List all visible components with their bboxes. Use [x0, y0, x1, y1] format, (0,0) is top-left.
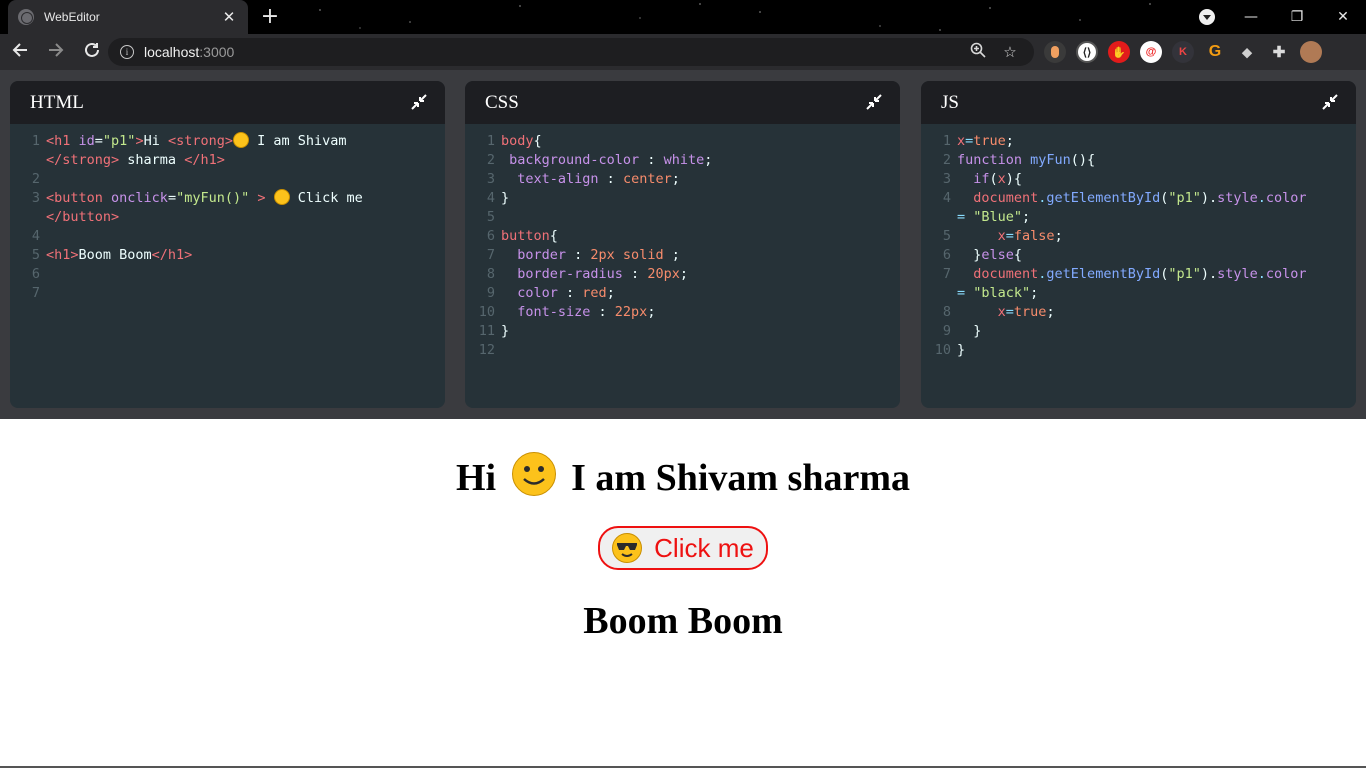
js-code[interactable]: 1 x=true; 2 function myFun(){ 3 if(x){ 4 d…: [921, 124, 1356, 360]
output-preview: Hi I am Shivam sharma Click me Boom Boom: [0, 419, 1366, 768]
css-editor-pane[interactable]: CSS 1 body{ 2 background-color : white; 3…: [465, 81, 900, 408]
zoom-icon[interactable]: [962, 42, 994, 62]
extension-icon-1[interactable]: [1044, 41, 1066, 63]
new-tab-button[interactable]: +: [258, 4, 282, 30]
tab-search-icon[interactable]: [1199, 9, 1215, 25]
bookmark-star-icon[interactable]: ☆: [994, 43, 1026, 61]
avatar[interactable]: [1300, 41, 1322, 63]
heading-boom: Boom Boom: [583, 600, 783, 642]
address-bar[interactable]: i localhost:3000 ☆: [108, 38, 1034, 66]
extension-icon-7[interactable]: ⬥: [1236, 41, 1258, 63]
browser-tab[interactable]: WebEditor ✕: [8, 0, 248, 34]
sunglasses-emoji-icon: [273, 189, 290, 205]
click-me-button[interactable]: Click me: [598, 526, 768, 570]
css-pane-header: CSS: [465, 81, 900, 124]
js-pane-header: JS: [921, 81, 1356, 124]
collapse-icon[interactable]: [866, 93, 884, 112]
minimize-icon[interactable]: —: [1228, 9, 1274, 25]
window-controls: — ❐ ✕: [1228, 0, 1366, 34]
editor-area: HTML 1 <h1 id="p1">Hi <strong> I am Shiva…: [0, 70, 1366, 419]
tab-strip: WebEditor ✕ + — ❐ ✕: [0, 0, 1366, 34]
reload-icon[interactable]: [76, 41, 108, 64]
url-text: localhost:3000: [144, 44, 235, 60]
extensions-puzzle-icon[interactable]: ✚: [1268, 41, 1290, 63]
globe-icon: [18, 9, 34, 25]
heading-p1: Hi I am Shivam sharma: [0, 452, 1366, 500]
js-editor-pane[interactable]: JS 1 x=true; 2 function myFun(){ 3 if(x){ …: [921, 81, 1356, 408]
html-pane-header: HTML: [10, 81, 445, 124]
restore-icon[interactable]: ❐: [1274, 9, 1320, 25]
tab-title: WebEditor: [44, 10, 100, 24]
smiley-emoji-icon: [233, 132, 249, 148]
browser-toolbar: i localhost:3000 ☆ ⟨⟩ ✋ @ K G ⬥ ✚: [0, 34, 1366, 70]
html-editor-pane[interactable]: HTML 1 <h1 id="p1">Hi <strong> I am Shiva…: [10, 81, 445, 408]
html-code[interactable]: 1 <h1 id="p1">Hi <strong> I am Shivam </s…: [10, 124, 445, 303]
smiley-emoji-icon: [511, 452, 556, 496]
back-arrow-icon[interactable]: [4, 41, 36, 64]
close-tab-icon[interactable]: ✕: [220, 8, 238, 26]
extension-icon-2[interactable]: ⟨⟩: [1076, 41, 1098, 63]
extension-icon-3[interactable]: ✋: [1108, 41, 1130, 63]
collapse-icon[interactable]: [411, 93, 429, 112]
js-pane-title: JS: [941, 91, 959, 113]
forward-arrow-icon[interactable]: [40, 41, 72, 64]
extension-icon-5[interactable]: K: [1172, 41, 1194, 63]
css-code[interactable]: 1 body{ 2 background-color : white; 3 tex…: [465, 124, 900, 360]
sunglasses-emoji-icon: [612, 533, 643, 563]
close-window-icon[interactable]: ✕: [1320, 9, 1366, 25]
info-icon[interactable]: i: [120, 45, 134, 59]
css-pane-title: CSS: [485, 91, 519, 113]
extension-icon-4[interactable]: @: [1140, 41, 1162, 63]
extensions-bar: ⟨⟩ ✋ @ K G ⬥ ✚: [1044, 34, 1332, 70]
html-pane-title: HTML: [30, 91, 84, 113]
extension-icon-6[interactable]: G: [1204, 41, 1226, 63]
collapse-icon[interactable]: [1322, 93, 1340, 112]
